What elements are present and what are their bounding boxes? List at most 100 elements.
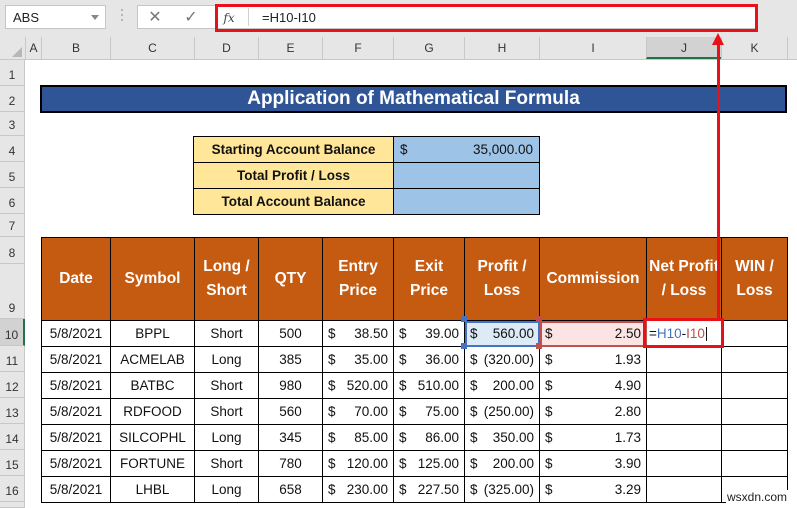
column-header-j[interactable]: J (646, 37, 721, 59)
summary-label[interactable]: Total Profit / Loss (193, 162, 394, 189)
cell-side[interactable]: Long (194, 476, 259, 503)
cell-exit[interactable]: $75.00 (393, 398, 465, 425)
row-header-10[interactable]: 10 (0, 319, 25, 346)
cell-symbol[interactable]: SILCOPHL (110, 424, 195, 451)
cell-entry[interactable]: $520.00 (322, 372, 394, 399)
row-header-2[interactable]: 2 (0, 86, 25, 112)
cell-net[interactable] (646, 398, 722, 425)
cell-side[interactable]: Long (194, 346, 259, 373)
header-qty[interactable]: QTY (258, 237, 323, 321)
row-header-7[interactable]: 7 (0, 214, 25, 237)
cell-net[interactable] (646, 372, 722, 399)
row-header-16[interactable]: 16 (0, 476, 25, 502)
cell-commission[interactable]: $1.93 (539, 346, 647, 373)
cell-entry[interactable]: $120.00 (322, 450, 394, 477)
column-header-f[interactable]: F (322, 37, 393, 59)
row-header-13[interactable]: 13 (0, 398, 25, 424)
cell-pl[interactable]: $350.00 (464, 424, 540, 451)
row-header-3[interactable]: 3 (0, 112, 25, 136)
cell-side[interactable]: Short (194, 372, 259, 399)
cell-side[interactable]: Long (194, 424, 259, 451)
row-header-8[interactable]: 8 (0, 237, 25, 264)
name-box[interactable]: ABS (5, 5, 106, 29)
cell-net[interactable] (646, 346, 722, 373)
column-header-e[interactable]: E (258, 37, 322, 59)
row-header-4[interactable]: 4 (0, 136, 25, 162)
summary-value[interactable]: $35,000.00 (393, 136, 540, 163)
header-profit-loss[interactable]: Profit / Loss (464, 237, 540, 321)
cell-win[interactable] (721, 346, 788, 373)
header-exit-price[interactable]: Exit Price (393, 237, 465, 321)
chevron-down-icon[interactable] (91, 15, 99, 20)
header-win-loss[interactable]: WIN / Loss (721, 237, 788, 321)
cell-date[interactable]: 5/8/2021 (41, 320, 111, 347)
cell-symbol[interactable]: FORTUNE (110, 450, 195, 477)
range-handle-blue[interactable] (461, 343, 467, 349)
range-handle-red[interactable] (536, 316, 542, 322)
summary-label[interactable]: Total Account Balance (193, 188, 394, 215)
row-header-5[interactable]: 5 (0, 162, 25, 188)
cell-date[interactable]: 5/8/2021 (41, 450, 111, 477)
select-all-button[interactable] (0, 37, 25, 60)
cell-commission[interactable]: $1.73 (539, 424, 647, 451)
cell-date[interactable]: 5/8/2021 (41, 372, 111, 399)
cell-net[interactable] (646, 424, 722, 451)
enter-check-icon[interactable]: ✓ (179, 8, 203, 28)
summary-value[interactable] (393, 188, 540, 215)
column-header-c[interactable]: C (110, 37, 194, 59)
cell-date[interactable]: 5/8/2021 (41, 346, 111, 373)
header-symbol[interactable]: Symbol (110, 237, 195, 321)
cell-exit[interactable]: $39.00 (393, 320, 465, 347)
column-header-i[interactable]: I (539, 37, 646, 59)
cell-win[interactable] (721, 320, 788, 347)
cell-qty[interactable]: 560 (258, 398, 323, 425)
cell-net[interactable] (646, 450, 722, 477)
cell-commission[interactable]: $3.29 (539, 476, 647, 503)
cell-pl[interactable]: $ (320.00) (464, 346, 540, 373)
row-header-1[interactable]: 1 (0, 60, 25, 86)
grip-icon[interactable] (121, 9, 123, 25)
header-entry-price[interactable]: Entry Price (322, 237, 394, 321)
row-header-12[interactable]: 12 (0, 372, 25, 398)
summary-label[interactable]: Starting Account Balance (193, 136, 394, 163)
cell-net[interactable] (646, 476, 722, 503)
header-commission[interactable]: Commission (539, 237, 647, 321)
range-handle-red[interactable] (536, 343, 542, 349)
header-long-short[interactable]: Long / Short (194, 237, 259, 321)
cell-win[interactable] (721, 372, 788, 399)
cell-exit[interactable]: $36.00 (393, 346, 465, 373)
range-handle-blue[interactable] (461, 316, 467, 322)
cell-exit[interactable]: $86.00 (393, 424, 465, 451)
cell-entry[interactable]: $35.00 (322, 346, 394, 373)
cell-symbol[interactable]: RDFOOD (110, 398, 195, 425)
cell-exit[interactable]: $510.00 (393, 372, 465, 399)
cell-commission[interactable]: $4.90 (539, 372, 647, 399)
cell-qty[interactable]: 385 (258, 346, 323, 373)
cell-pl[interactable]: $200.00 (464, 372, 540, 399)
cell-win[interactable] (721, 424, 788, 451)
row-header-11[interactable]: 11 (0, 346, 25, 372)
cell-side[interactable]: Short (194, 398, 259, 425)
header-net-profit-loss[interactable]: Net Profit / Loss (646, 237, 722, 321)
cell-pl[interactable]: $200.00 (464, 450, 540, 477)
row-header-14[interactable]: 14 (0, 424, 25, 450)
cell-date[interactable]: 5/8/2021 (41, 424, 111, 451)
column-header-a[interactable]: A (25, 37, 41, 59)
cell-side[interactable]: Short (194, 450, 259, 477)
column-header-d[interactable]: D (194, 37, 258, 59)
cell-symbol[interactable]: ACMELAB (110, 346, 195, 373)
cell-qty[interactable]: 500 (258, 320, 323, 347)
cell-commission[interactable]: $2.80 (539, 398, 647, 425)
cell-side[interactable]: Short (194, 320, 259, 347)
summary-value[interactable] (393, 162, 540, 189)
column-header-k[interactable]: K (721, 37, 787, 59)
row-header-15[interactable]: 15 (0, 450, 25, 476)
cancel-icon[interactable]: ✕ (143, 8, 167, 28)
cell-entry[interactable]: $85.00 (322, 424, 394, 451)
header-date[interactable]: Date (41, 237, 111, 321)
row-header-6[interactable]: 6 (0, 188, 25, 214)
cell-symbol[interactable]: BPPL (110, 320, 195, 347)
cell-pl[interactable]: $ (250.00) (464, 398, 540, 425)
cell-date[interactable]: 5/8/2021 (41, 398, 111, 425)
cell-win[interactable] (721, 398, 788, 425)
